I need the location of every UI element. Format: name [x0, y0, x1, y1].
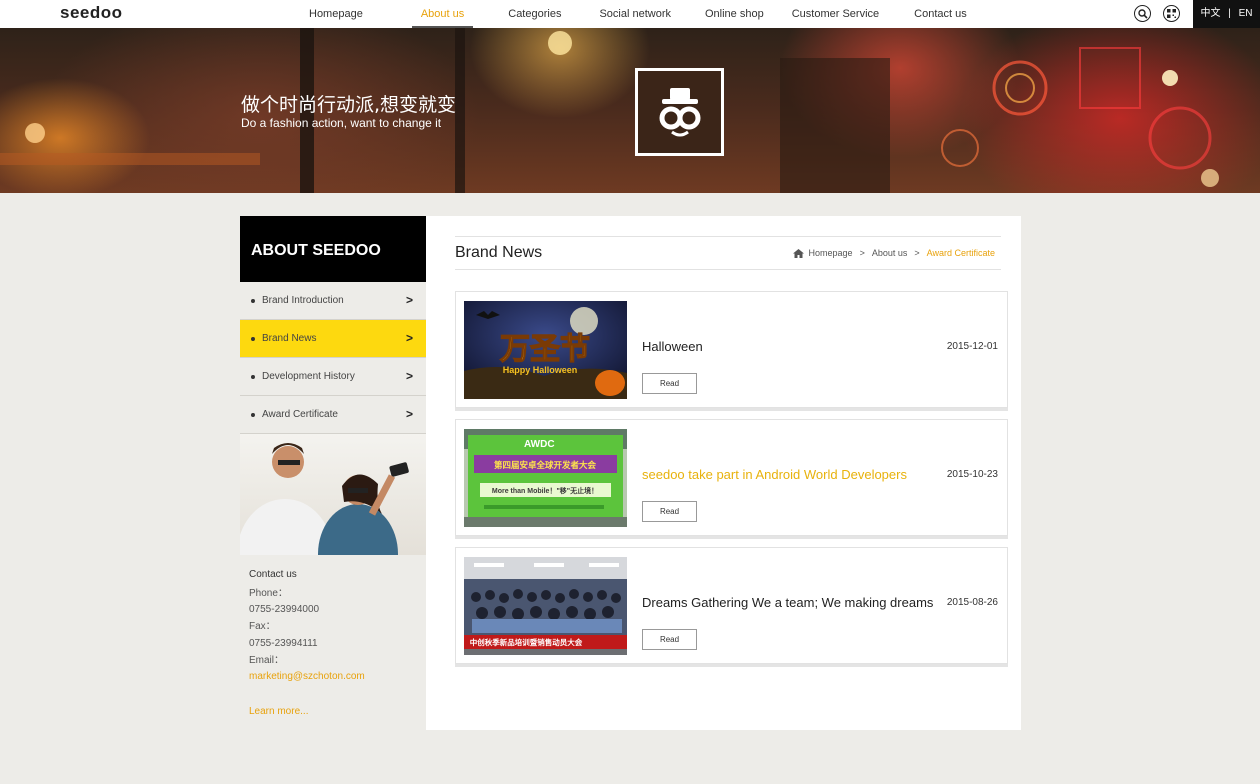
city-lights-illustration: [0, 28, 1219, 193]
logo-text: seedoo: [60, 3, 123, 22]
read-button[interactable]: Read: [642, 501, 697, 522]
nav-social-network[interactable]: Social network: [590, 0, 680, 28]
news-title[interactable]: seedoo take part in Android World Develo…: [642, 467, 907, 482]
phone-label: Phone：: [249, 587, 288, 599]
halloween-chinese-text: 万圣节: [500, 332, 590, 367]
email-label: Email：: [249, 654, 285, 666]
chevron-right-icon: >: [405, 369, 413, 383]
main-nav: Homepage About us Categories Social netw…: [300, 0, 976, 28]
read-button[interactable]: Read: [642, 629, 697, 650]
bullet-icon: [251, 412, 255, 417]
breadcrumb: Homepage > About us > Award Certificate: [792, 248, 995, 258]
seedoo-emblem: [635, 68, 724, 156]
couple-selfie-image: [240, 434, 426, 555]
news-item-android-world-developers: AWDC 第四届安卓全球开发者大会 More than Mobile！"移"无止…: [455, 419, 1008, 536]
read-button[interactable]: Read: [642, 373, 697, 394]
nav-online-shop[interactable]: Online shop: [696, 0, 773, 28]
news-item-dreams-gathering: 中创秋季新品培训暨销售动员大会 Dreams Gathering We a te…: [455, 547, 1008, 664]
phone-number: 0755-23994000: [249, 604, 320, 616]
bullet-icon: [251, 336, 255, 341]
lang-en[interactable]: EN: [1239, 8, 1253, 19]
conference-chinese-text: 第四届安卓全球开发者大会: [494, 460, 597, 471]
nav-customer-service[interactable]: Customer Service: [783, 0, 888, 28]
chevron-right-icon: >: [405, 293, 413, 307]
breadcrumb-current: Award Certificate: [926, 248, 995, 258]
breadcrumb-home[interactable]: Homepage: [809, 248, 853, 258]
nav-about-us[interactable]: About us: [411, 0, 474, 28]
sidebar-item-brand-introduction[interactable]: Brand Introduction >: [240, 282, 426, 320]
svg-text:AWDC: AWDC: [524, 439, 555, 450]
top-navigation-bar: seedoo Homepage About us Categories Soci…: [0, 0, 1260, 28]
news-date: 2015-12-01: [946, 341, 998, 352]
sidebar-item-label: Development History: [262, 371, 355, 382]
bullet-icon: [251, 374, 255, 379]
sidebar-item-brand-news[interactable]: Brand News >: [240, 320, 426, 358]
chevron-right-icon: >: [405, 331, 413, 345]
news-date: 2015-10-23: [946, 469, 998, 480]
contact-title: Contact us: [249, 569, 297, 580]
home-icon: [792, 248, 804, 258]
breadcrumb-separator: >: [914, 248, 920, 258]
seedoo-logo[interactable]: seedoo: [60, 3, 123, 23]
breadcrumb-about-us[interactable]: About us: [872, 248, 908, 258]
banner-slogan-en: Do a fashion action, want to change it: [241, 116, 442, 130]
contact-info: Contact us Phone： 0755-23994000 Fax： 075…: [240, 555, 426, 686]
sidebar-item-development-history[interactable]: Development History >: [240, 358, 426, 396]
halloween-thumbnail[interactable]: 万圣节 Happy Halloween: [464, 301, 627, 399]
about-sidebar: ABOUT SEEDOO Brand Introduction > Brand …: [240, 216, 426, 730]
search-icon[interactable]: [1134, 5, 1151, 22]
content-panel: ABOUT SEEDOO Brand Introduction > Brand …: [240, 216, 1021, 730]
team-banner-text: 中创秋季新品培训暨销售动员大会: [470, 637, 583, 647]
gentleman-hat-icon: [659, 88, 700, 137]
lang-cn[interactable]: 中文: [1200, 8, 1220, 19]
news-title[interactable]: Halloween: [642, 339, 703, 354]
bullet-icon: [251, 298, 255, 303]
chevron-right-icon: >: [405, 407, 413, 421]
learn-more-link[interactable]: Learn more...: [249, 706, 308, 717]
team-photo-thumbnail[interactable]: 中创秋季新品培训暨销售动员大会: [464, 557, 627, 655]
news-item-halloween: 万圣节 Happy Halloween Halloween 2015-12-01…: [455, 291, 1008, 408]
hero-banner: 做个时尚行动派,想变就变 Do a fashion action, want t…: [0, 28, 1260, 193]
news-date: 2015-08-26: [946, 597, 998, 608]
halloween-caption: Happy Halloween: [503, 365, 578, 375]
developers-conference-thumbnail[interactable]: AWDC 第四届安卓全球开发者大会 More than Mobile！"移"无止…: [464, 429, 627, 527]
sidebar-item-award-certificate[interactable]: Award Certificate >: [240, 396, 426, 434]
qr-code-icon[interactable]: [1163, 5, 1180, 22]
lang-separator: |: [1228, 8, 1231, 19]
breadcrumb-separator: >: [859, 248, 865, 258]
page-title: Brand News: [455, 244, 543, 261]
sidebar-item-label: Brand News: [262, 333, 317, 344]
news-title[interactable]: Dreams Gathering We a team; We making dr…: [642, 595, 933, 610]
banner-slogan-cn: 做个时尚行动派,想变就变: [241, 94, 457, 116]
sidebar-heading: ABOUT SEEDOO: [240, 216, 426, 282]
email-link[interactable]: marketing@szchoton.com: [249, 669, 426, 686]
nav-categories[interactable]: Categories: [499, 0, 570, 28]
nav-contact-us[interactable]: Contact us: [905, 0, 976, 28]
language-switcher: 中文 | EN: [1193, 0, 1260, 28]
nav-homepage[interactable]: Homepage: [300, 0, 372, 28]
page-title-row: Brand News Homepage > About us > Award C…: [455, 236, 1001, 270]
sidebar-item-label: Award Certificate: [262, 409, 338, 420]
sidebar-item-label: Brand Introduction: [262, 295, 344, 306]
fax-label: Fax：: [249, 621, 276, 633]
conference-caption: More than Mobile！"移"无止境！: [492, 486, 598, 495]
fax-number: 0755-23994111: [249, 637, 318, 649]
